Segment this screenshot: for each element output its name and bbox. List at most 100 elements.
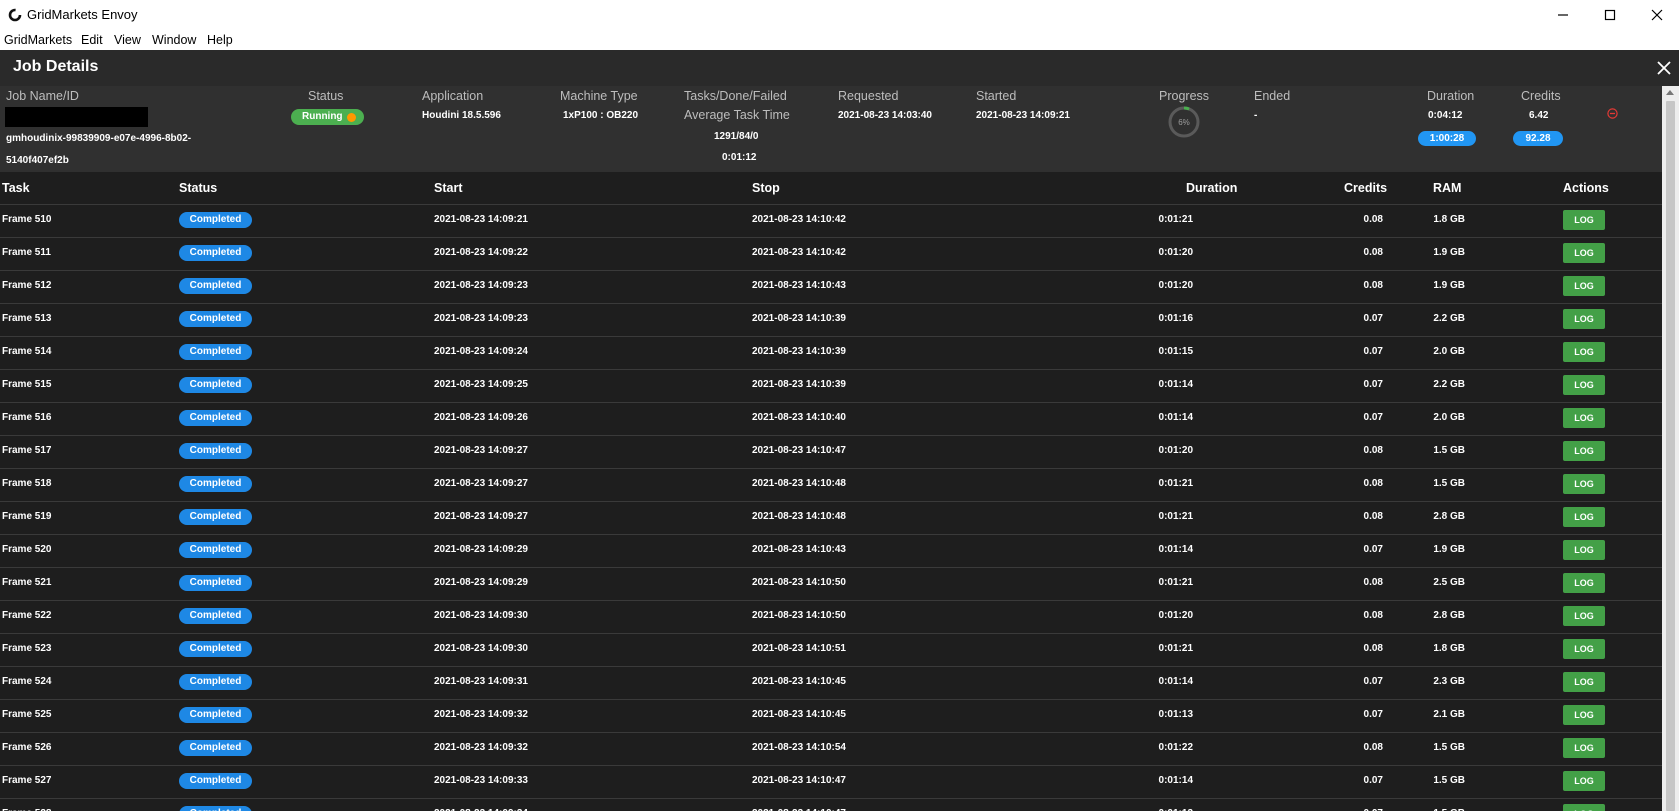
task-name: Frame 510 [2, 214, 52, 225]
task-ram: 2.2 GB [1433, 313, 1465, 324]
log-button[interactable]: LOG [1563, 507, 1605, 527]
col-status[interactable]: Status [179, 181, 217, 195]
task-credits: 0.07 [1363, 676, 1383, 687]
table-row[interactable]: Frame 521 2021-08-23 14:09:29 2021-08-23 1… [0, 567, 1662, 601]
table-row[interactable]: Frame 518 2021-08-23 14:09:27 2021-08-23 1… [0, 468, 1662, 502]
menu-window[interactable]: Window [152, 33, 196, 47]
task-ram: 1.5 GB [1433, 775, 1465, 786]
tasks-table-body[interactable]: Frame 510 2021-08-23 14:09:21 2021-08-23 1… [0, 204, 1662, 811]
task-start: 2021-08-23 14:09:22 [434, 247, 528, 258]
log-button[interactable]: LOG [1563, 210, 1605, 230]
log-button[interactable]: LOG [1563, 639, 1605, 659]
task-status-badge: Completed [179, 443, 252, 459]
table-row[interactable]: Frame 520 2021-08-23 14:09:29 2021-08-23 1… [0, 534, 1662, 568]
task-credits: 0.08 [1363, 610, 1383, 621]
task-ram: 2.0 GB [1433, 346, 1465, 357]
table-row[interactable]: Frame 512 2021-08-23 14:09:23 2021-08-23 1… [0, 270, 1662, 304]
task-credits: 0.08 [1363, 247, 1383, 258]
task-stop: 2021-08-23 14:10:50 [752, 577, 846, 588]
menu-help[interactable]: Help [207, 33, 233, 47]
log-button[interactable]: LOG [1563, 573, 1605, 593]
table-row[interactable]: Frame 511 2021-08-23 14:09:22 2021-08-23 1… [0, 237, 1662, 271]
cancel-job-icon[interactable] [1607, 108, 1618, 119]
task-credits: 0.07 [1363, 412, 1383, 423]
task-start: 2021-08-23 14:09:30 [434, 643, 528, 654]
col-task[interactable]: Task [2, 181, 30, 195]
scrollbar-thumb[interactable] [1666, 101, 1675, 811]
average-task-time-label: Average Task Time [684, 108, 790, 122]
maximize-button[interactable] [1590, 4, 1630, 26]
task-name: Frame 516 [2, 412, 52, 423]
gridmarkets-logo-icon [8, 8, 22, 22]
table-row[interactable]: Frame 524 2021-08-23 14:09:31 2021-08-23 1… [0, 666, 1662, 700]
col-start[interactable]: Start [434, 181, 462, 195]
menu-edit[interactable]: Edit [81, 33, 103, 47]
table-row[interactable]: Frame 525 2021-08-23 14:09:32 2021-08-23 1… [0, 699, 1662, 733]
table-row[interactable]: Frame 5282021-08-23 14:09:342021-08-23 1… [0, 798, 1662, 811]
task-stop: 2021-08-23 14:10:48 [752, 511, 846, 522]
task-start: 2021-08-23 14:09:32 [434, 742, 528, 753]
log-button[interactable]: LOG [1563, 276, 1605, 296]
task-credits: 0.07 [1363, 544, 1383, 555]
task-start: 2021-08-23 14:09:32 [434, 709, 528, 720]
task-start: 2021-08-23 14:09:33 [434, 775, 528, 786]
task-status-badge: Completed [179, 674, 252, 690]
col-duration[interactable]: Duration [1186, 181, 1237, 195]
log-button[interactable]: LOG [1563, 342, 1605, 362]
job-status-badge: Running [291, 109, 364, 125]
col-credits[interactable]: Credits [1344, 181, 1387, 195]
log-button[interactable]: LOG [1563, 474, 1605, 494]
table-row[interactable]: Frame 519 2021-08-23 14:09:27 2021-08-23 1… [0, 501, 1662, 535]
scroll-up-arrow-icon[interactable] [1666, 90, 1674, 95]
table-row[interactable]: Frame 514 2021-08-23 14:09:24 2021-08-23 1… [0, 336, 1662, 370]
progress-ring: 6% [1168, 106, 1200, 138]
log-button[interactable]: LOG [1563, 309, 1605, 329]
col-ram[interactable]: RAM [1433, 181, 1461, 195]
col-actions[interactable]: Actions [1563, 181, 1609, 195]
task-name: Frame 517 [2, 445, 52, 456]
table-row[interactable]: Frame 526 2021-08-23 14:09:32 2021-08-23 1… [0, 732, 1662, 766]
task-name: Frame 519 [2, 511, 52, 522]
minimize-button[interactable] [1543, 4, 1583, 26]
menu-view[interactable]: View [114, 33, 141, 47]
task-start: 2021-08-23 14:09:27 [434, 511, 528, 522]
task-duration: 0:01:13 [1158, 709, 1193, 720]
log-button[interactable]: LOG [1563, 771, 1605, 791]
log-button[interactable]: LOG [1563, 243, 1605, 263]
task-status-badge: Completed [179, 773, 252, 789]
close-job-details-icon[interactable] [1655, 59, 1673, 77]
duration-estimate-badge: 1:00:28 [1418, 131, 1476, 146]
task-start: 2021-08-23 14:09:31 [434, 676, 528, 687]
task-start: 2021-08-23 14:09:25 [434, 379, 528, 390]
log-button[interactable]: LOG [1563, 441, 1605, 461]
table-row[interactable]: Frame 527 2021-08-23 14:09:33 2021-08-23 1… [0, 765, 1662, 799]
log-button[interactable]: LOG [1563, 408, 1605, 428]
col-stop[interactable]: Stop [752, 181, 780, 195]
log-button[interactable]: LOG [1563, 375, 1605, 395]
log-button[interactable]: LOG [1563, 672, 1605, 692]
task-credits: 0.08 [1363, 643, 1383, 654]
log-button[interactable]: LOG [1563, 606, 1605, 626]
task-stop: 2021-08-23 14:10:40 [752, 412, 846, 423]
table-row[interactable]: Frame 523 2021-08-23 14:09:30 2021-08-23 1… [0, 633, 1662, 667]
task-credits: 0.07 [1363, 313, 1383, 324]
table-row[interactable]: Frame 516 2021-08-23 14:09:26 2021-08-23 1… [0, 402, 1662, 436]
table-row[interactable]: Frame 522 2021-08-23 14:09:30 2021-08-23 1… [0, 600, 1662, 634]
log-button[interactable]: LOG [1563, 738, 1605, 758]
table-row[interactable]: Frame 515 2021-08-23 14:09:25 2021-08-23 1… [0, 369, 1662, 403]
task-status-badge: Completed [179, 212, 252, 228]
task-start: 2021-08-23 14:09:29 [434, 544, 528, 555]
log-button[interactable]: LOG [1563, 540, 1605, 560]
task-start: 2021-08-23 14:09:30 [434, 610, 528, 621]
menu-gridmarkets[interactable]: GridMarkets [4, 33, 72, 47]
log-button[interactable]: LOG [1563, 804, 1605, 811]
table-row[interactable]: Frame 513 2021-08-23 14:09:23 2021-08-23 1… [0, 303, 1662, 337]
task-stop: 2021-08-23 14:10:47 [752, 775, 846, 786]
task-credits: 0.08 [1363, 577, 1383, 588]
task-status-badge: Completed [179, 377, 252, 393]
log-button[interactable]: LOG [1563, 705, 1605, 725]
window-close-button[interactable] [1637, 4, 1677, 26]
table-row[interactable]: Frame 517 2021-08-23 14:09:27 2021-08-23 1… [0, 435, 1662, 469]
table-row[interactable]: Frame 510 2021-08-23 14:09:21 2021-08-23 1… [0, 204, 1662, 238]
vertical-scrollbar[interactable] [1662, 86, 1679, 811]
